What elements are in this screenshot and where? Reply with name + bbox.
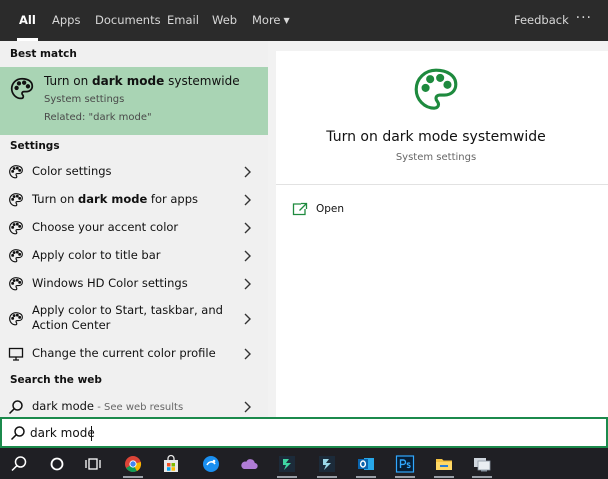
settings-item-label: Windows HD Color settings	[32, 276, 188, 290]
palette-icon	[9, 165, 23, 179]
taskbar-file-explorer-icon[interactable]	[425, 448, 463, 479]
chrome-icon	[125, 456, 142, 472]
chevron-right-icon	[244, 194, 251, 206]
search-web-heading: Search the web	[10, 374, 102, 386]
settings-item-color-profile[interactable]: Change the current color profile	[0, 340, 268, 368]
palette-icon	[9, 312, 23, 326]
tab-more[interactable]: More ▼	[252, 0, 290, 41]
taskbar-photoshop-icon[interactable]	[386, 448, 424, 479]
best-match-subtitle: System settings	[44, 94, 125, 105]
feedback-button[interactable]: Feedback	[514, 0, 569, 41]
best-match-title: Turn on dark mode systemwide	[44, 74, 240, 88]
taskbar-app-icon[interactable]	[192, 448, 230, 479]
preview-title: Turn on dark mode systemwide	[326, 129, 546, 145]
taskbar-chrome-icon[interactable]	[114, 448, 152, 479]
chevron-right-icon	[244, 348, 251, 360]
chevron-right-icon	[244, 278, 251, 290]
settings-item-label: Choose your accent color	[32, 220, 179, 234]
open-icon	[292, 202, 308, 216]
settings-item-label: Apply color to title bar	[32, 248, 161, 262]
search-icon	[8, 400, 23, 415]
palette-icon	[9, 277, 23, 291]
search-filter-bar: All Apps Documents Email Web More ▼ Feedb…	[0, 0, 608, 41]
open-label: Open	[316, 203, 345, 215]
search-box[interactable]	[0, 417, 608, 448]
results-list: Best match Turn on dark mode systemwide …	[0, 41, 268, 417]
settings-item-label: Color settings	[32, 164, 112, 178]
photoshop-icon	[395, 455, 415, 473]
filmora-icon	[279, 456, 295, 472]
taskbar-search-icon[interactable]	[0, 448, 38, 479]
text-cursor	[91, 426, 92, 441]
settings-item-label: Turn on dark mode for apps	[32, 192, 199, 206]
outlook-icon	[358, 458, 374, 470]
settings-item-label: Apply color to Start, taskbar, and Action…	[32, 303, 223, 332]
tab-email[interactable]: Email	[167, 0, 199, 41]
chevron-right-icon	[244, 401, 251, 413]
search-icon	[10, 426, 25, 441]
filmora-icon	[319, 456, 335, 472]
taskbar-outlook-icon[interactable]	[347, 448, 385, 479]
search-input[interactable]	[30, 423, 430, 443]
web-result-label: dark mode - See web results	[32, 399, 184, 413]
monitor-icon	[8, 347, 24, 361]
settings-heading: Settings	[10, 140, 60, 152]
taskbar-onedrive-icon[interactable]	[230, 448, 268, 479]
settings-item-label: Change the current color profile	[32, 346, 216, 360]
palette-icon	[9, 221, 23, 235]
caret-down-icon: ▼	[283, 16, 290, 25]
task-view-icon	[85, 458, 101, 470]
chevron-right-icon	[244, 222, 251, 234]
divider	[276, 184, 608, 185]
preview-subtitle: System settings	[395, 152, 477, 163]
taskbar-filmora-icon[interactable]	[308, 448, 346, 479]
taskbar	[0, 448, 608, 479]
chevron-right-icon	[244, 166, 251, 178]
taskbar-filmora-icon[interactable]	[268, 448, 306, 479]
store-icon	[164, 454, 178, 472]
palette-icon	[9, 249, 23, 263]
taskbar-task-view-icon[interactable]	[74, 448, 112, 479]
palette-icon	[10, 77, 34, 100]
best-match-related: Related: "dark mode"	[44, 112, 152, 123]
more-options-button[interactable]: ···	[576, 0, 592, 41]
tab-documents[interactable]: Documents	[95, 0, 161, 41]
palette-icon	[414, 68, 458, 110]
cortana-icon	[50, 457, 64, 471]
settings-item-dark-mode-apps[interactable]: Turn on dark mode for apps	[0, 186, 268, 214]
search-icon	[11, 456, 27, 472]
taskbar-remote-desktop-icon[interactable]	[463, 448, 501, 479]
settings-item-color-settings[interactable]: Color settings	[0, 158, 268, 186]
app-icon	[203, 456, 219, 472]
chevron-right-icon	[244, 313, 251, 325]
best-match-heading: Best match	[10, 48, 77, 60]
tab-more-label: More	[252, 13, 281, 27]
tab-web[interactable]: Web	[212, 0, 237, 41]
onedrive-icon	[241, 459, 258, 470]
taskbar-cortana-icon[interactable]	[38, 448, 76, 479]
settings-item-start-taskbar-color[interactable]: Apply color to Start, taskbar, and Action…	[0, 299, 268, 339]
settings-item-title-bar[interactable]: Apply color to title bar	[0, 242, 268, 270]
preview-pane: Turn on dark mode systemwide System sett…	[276, 51, 608, 417]
tab-all[interactable]: All	[17, 0, 38, 41]
settings-item-hd-color[interactable]: Windows HD Color settings	[0, 270, 268, 298]
file-explorer-icon	[436, 459, 452, 470]
tab-apps[interactable]: Apps	[52, 0, 80, 41]
best-match-result[interactable]: Turn on dark mode systemwide System sett…	[0, 67, 268, 135]
remote-desktop-icon	[474, 458, 491, 472]
taskbar-store-icon[interactable]	[152, 448, 190, 479]
chevron-right-icon	[244, 250, 251, 262]
settings-item-accent-color[interactable]: Choose your accent color	[0, 214, 268, 242]
palette-icon	[9, 193, 23, 207]
